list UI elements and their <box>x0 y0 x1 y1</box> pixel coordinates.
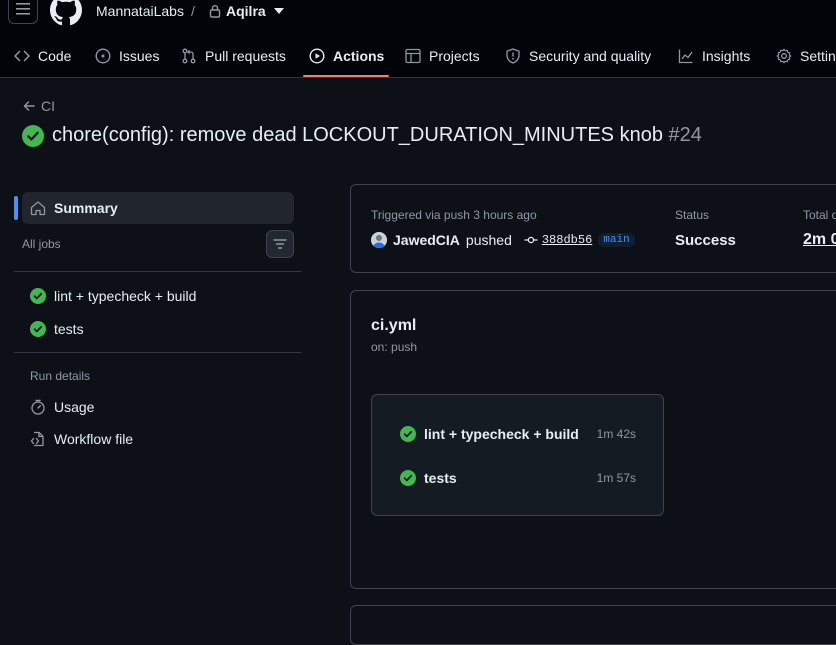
all-jobs-heading: All jobs <box>22 237 61 251</box>
github-logo-icon[interactable] <box>50 0 82 26</box>
tab-label: Settin <box>800 48 836 64</box>
sidebar-item-label: Workflow file <box>54 431 134 447</box>
back-link-label: CI <box>41 98 55 114</box>
lock-icon <box>209 4 221 18</box>
tab-label: Pull requests <box>205 48 286 64</box>
sidebar-job-label: lint + typecheck + build <box>54 288 197 304</box>
run-details-heading: Run details <box>30 369 91 383</box>
tab-label: Insights <box>702 48 751 64</box>
sidebar-item-workflow-file[interactable]: Workflow file <box>30 427 133 451</box>
tab-label: Code <box>38 48 72 64</box>
sidebar-job-label: tests <box>54 321 84 337</box>
duration-label: Total d <box>803 208 836 222</box>
run-summary-box: Triggered via push 3 hours ago JawedCIA … <box>350 184 836 273</box>
filter-icon <box>273 239 287 249</box>
issue-opened-icon <box>95 48 111 64</box>
tab-projects[interactable]: Projects <box>405 36 480 76</box>
shield-icon <box>506 48 520 64</box>
graph-job-lint[interactable]: lint + typecheck + build 1m 42s <box>400 422 636 446</box>
actor-link[interactable]: JawedCIA <box>393 232 460 248</box>
graph-job-name: tests <box>424 470 457 486</box>
run-title-text: chore(config): remove dead LOCKOUT_DURAT… <box>52 124 663 146</box>
sidebar-divider <box>14 352 302 353</box>
graph-icon <box>678 49 693 64</box>
commit-link[interactable]: 388db56 <box>524 233 592 247</box>
sidebar-item-label: Usage <box>54 399 95 415</box>
graph-job-tests[interactable]: tests 1m 57s <box>400 466 636 490</box>
tab-label: Security and quality <box>529 48 652 64</box>
triggered-label: Triggered via push 3 hours ago <box>371 208 537 222</box>
event-verb: pushed <box>465 232 512 248</box>
tab-issues[interactable]: Issues <box>95 36 159 76</box>
avatar[interactable] <box>371 232 387 248</box>
check-circle-fill-icon <box>22 124 44 147</box>
org-name-link[interactable]: MannataiLabs <box>96 3 184 19</box>
tab-pull-requests[interactable]: Pull requests <box>181 36 286 76</box>
back-to-workflow-link[interactable]: CI <box>23 98 55 114</box>
file-code-icon <box>30 431 44 447</box>
sidebar-item-usage[interactable]: Usage <box>30 395 94 419</box>
git-commit-icon <box>524 236 538 244</box>
tab-label: Projects <box>429 48 480 64</box>
active-tab-indicator <box>303 75 389 77</box>
tab-code[interactable]: Code <box>14 36 71 76</box>
sidebar-job-lint[interactable]: lint + typecheck + build <box>30 284 196 308</box>
workflow-trigger: on: push <box>371 340 418 354</box>
filter-jobs-button[interactable] <box>266 230 294 258</box>
tab-security[interactable]: Security and quality <box>505 36 651 76</box>
trigger-details: JawedCIA pushed 388db56 main <box>371 232 635 248</box>
duration-value[interactable]: 2m 0 <box>803 231 836 249</box>
run-title: chore(config): remove dead LOCKOUT_DURAT… <box>52 124 702 147</box>
selected-indicator <box>14 196 18 220</box>
graph-job-time: 1m 42s <box>596 427 636 441</box>
next-section-box <box>350 605 836 645</box>
status-value: Success <box>675 232 736 249</box>
workflow-graph: ci.yml on: push lint + typecheck + build… <box>350 290 836 589</box>
check-circle-fill-icon <box>400 470 416 486</box>
branch-badge[interactable]: main <box>598 233 635 247</box>
check-circle-fill-icon <box>400 426 416 442</box>
tab-label: Actions <box>333 48 385 64</box>
tab-settings[interactable]: Settin <box>776 36 836 76</box>
sidebar-item-summary[interactable]: Summary <box>22 192 294 224</box>
run-number: #24 <box>668 124 702 146</box>
arrow-left-icon <box>23 101 35 111</box>
repo-name-link[interactable]: Aqilra <box>226 3 266 19</box>
home-icon <box>30 201 46 216</box>
commit-sha[interactable]: 388db56 <box>542 233 592 247</box>
play-icon <box>309 48 325 64</box>
check-circle-fill-icon <box>30 321 46 337</box>
chevron-down-icon[interactable] <box>274 8 284 14</box>
status-label: Status <box>675 208 710 222</box>
check-circle-fill-icon <box>30 288 46 304</box>
sidebar-item-label: Summary <box>54 200 118 216</box>
tab-label: Issues <box>119 48 160 64</box>
git-pull-request-icon <box>182 48 196 64</box>
breadcrumb-separator: / <box>191 3 195 19</box>
graph-job-time: 1m 57s <box>596 471 636 485</box>
tab-insights[interactable]: Insights <box>678 36 750 76</box>
tab-actions[interactable]: Actions <box>309 36 384 76</box>
menu-button[interactable] <box>8 0 38 24</box>
repo-header: MannataiLabs / Aqilra Code Issues Pull r… <box>0 0 836 78</box>
code-icon <box>14 50 30 62</box>
graph-job-name: lint + typecheck + build <box>424 426 579 442</box>
run-heading: chore(config): remove dead LOCKOUT_DURAT… <box>22 124 702 147</box>
sidebar-job-tests[interactable]: tests <box>30 317 84 341</box>
stopwatch-icon <box>31 399 45 415</box>
table-icon <box>405 48 421 64</box>
sidebar-divider <box>14 271 302 272</box>
hamburger-icon <box>16 3 30 15</box>
workflow-file-name: ci.yml <box>371 317 417 334</box>
job-group-card: lint + typecheck + build 1m 42s tests 1m… <box>371 394 664 516</box>
gear-icon <box>776 48 792 64</box>
